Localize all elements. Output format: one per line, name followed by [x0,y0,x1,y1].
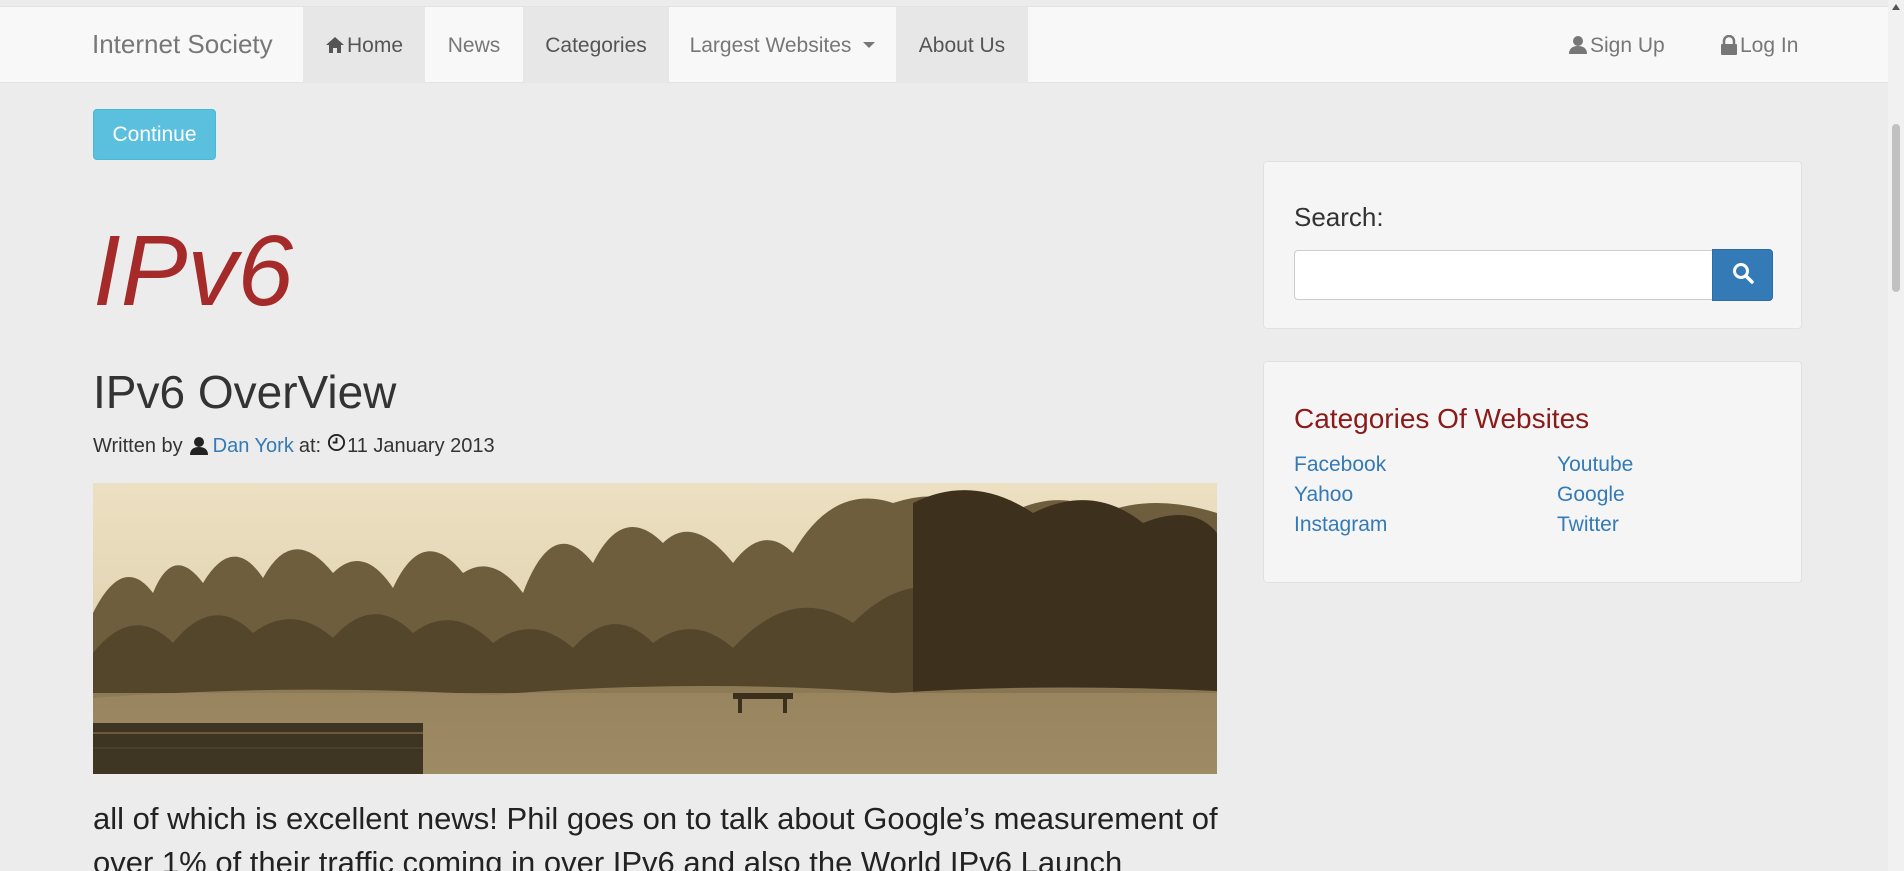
nav-sign-up[interactable]: Sign Up [1568,7,1688,83]
byline-prefix: Written by [93,435,183,457]
nav-about-us[interactable]: About Us [896,7,1028,83]
lock-icon [1720,35,1738,55]
post-byline: Written by Dan York at: 11 January 2013 [93,432,495,460]
brand-link[interactable]: Internet Society [92,7,273,84]
categories-panel: Categories Of Websites Facebook Youtube … [1263,361,1802,583]
post-title: IPv6 OverView [93,366,397,418]
category-link-twitter[interactable]: Twitter [1557,511,1619,539]
search-icon [1732,262,1754,289]
nav-news[interactable]: News [425,7,523,83]
nav-home-label: Home [346,33,404,57]
nav-about-us-label: About Us [918,33,1006,57]
author-link[interactable]: Dan York [213,432,294,460]
post-hero-image [93,483,1217,774]
scroll-up-arrow-icon[interactable] [1892,4,1900,10]
top-navbar: Internet Society Home News Categories La… [0,6,1888,83]
caret-down-icon [863,42,876,48]
byline-mid: at: [298,435,322,457]
search-button[interactable] [1712,249,1773,301]
categories-title: Categories Of Websites [1294,403,1590,434]
nav-sign-up-label: Sign Up [1590,33,1665,57]
nav-largest-websites-dropdown[interactable]: Largest Websites [669,7,896,83]
page-title: IPv6 [93,215,294,327]
search-panel: Search: [1263,161,1802,329]
nav-categories[interactable]: Categories [523,7,669,83]
post-date: 11 January 2013 [347,435,495,457]
nav-log-in[interactable]: Log In [1720,7,1820,83]
search-label: Search: [1294,202,1384,232]
search-input[interactable] [1294,250,1718,300]
category-link-instagram[interactable]: Instagram [1294,511,1387,539]
category-link-yahoo[interactable]: Yahoo [1294,481,1353,509]
category-link-google[interactable]: Google [1557,481,1625,509]
nav-categories-label: Categories [545,33,647,57]
user-icon [1568,35,1588,55]
nav-log-in-label: Log In [1740,33,1799,57]
nav-news-label: News [447,33,501,57]
clock-icon [327,432,346,460]
post-body-text: all of which is excellent news! Phil goe… [93,801,1218,871]
author-icon [189,436,209,456]
page-scrollbar[interactable] [1888,0,1904,871]
home-icon [325,36,345,54]
nav-home[interactable]: Home [303,7,425,83]
nav-largest-websites-label: Largest Websites [689,33,852,57]
continue-button[interactable]: Continue [93,109,216,160]
category-link-youtube[interactable]: Youtube [1557,451,1633,479]
category-link-facebook[interactable]: Facebook [1294,451,1386,479]
scrollbar-thumb[interactable] [1892,124,1900,292]
